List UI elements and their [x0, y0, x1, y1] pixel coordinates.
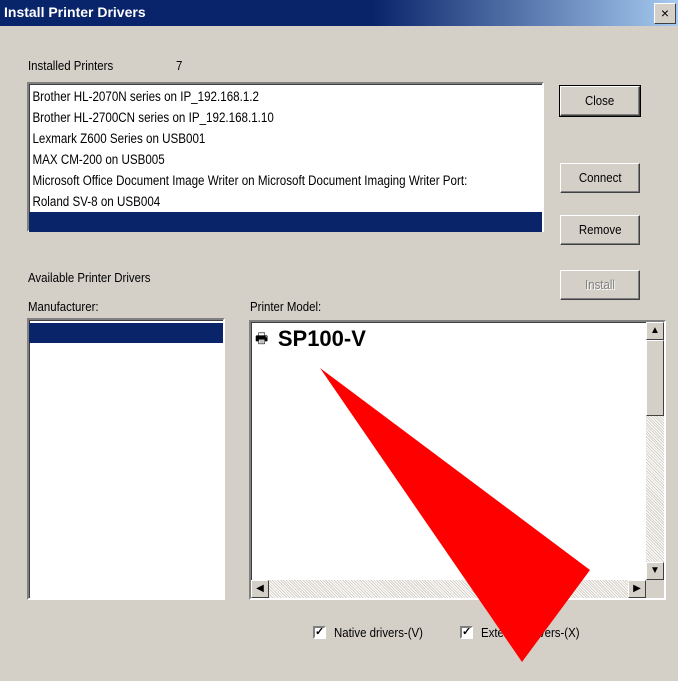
- red-arrow-annotation: [320, 368, 590, 662]
